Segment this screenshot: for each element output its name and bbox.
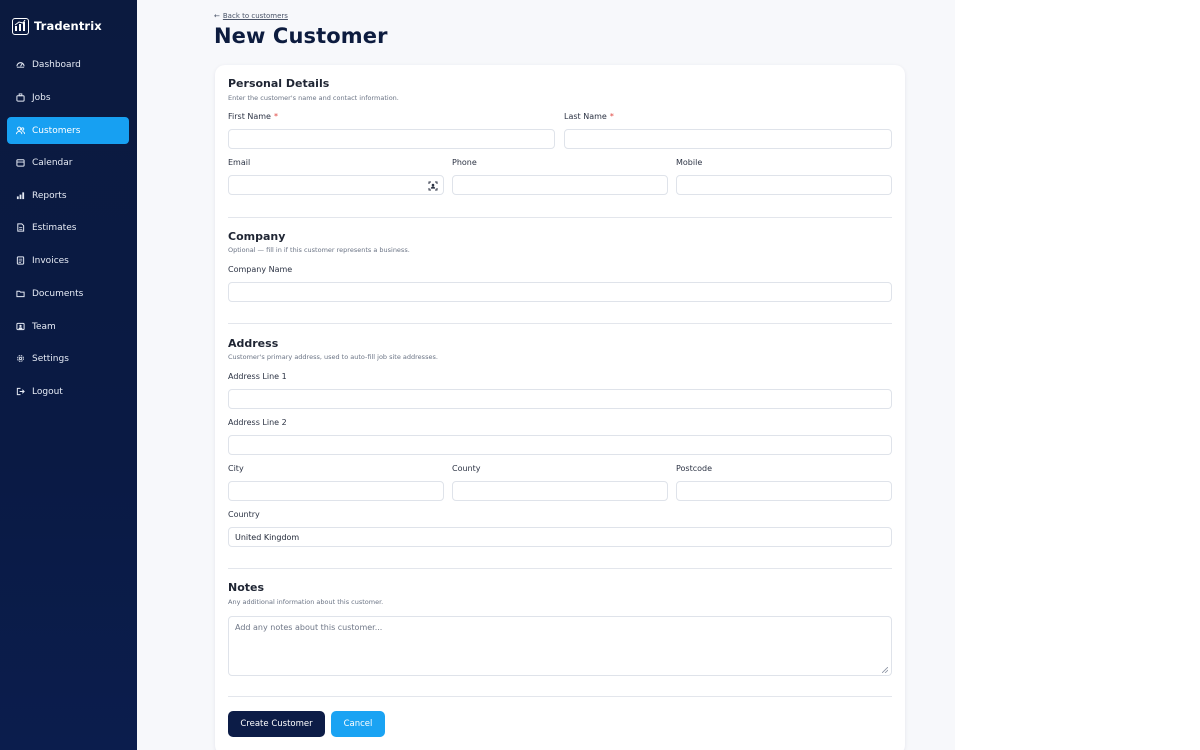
customer-form-card: Personal Details Enter the customer's na… (215, 65, 905, 750)
section-title-notes: Notes (228, 581, 265, 594)
city-input[interactable] (228, 481, 444, 501)
sidebar-item-label: Calendar (32, 157, 73, 168)
required-mark: * (273, 112, 278, 121)
phone-input[interactable] (452, 175, 668, 195)
phone-label: Phone (452, 158, 477, 167)
create-customer-button[interactable]: Create Customer (228, 711, 325, 737)
notes-textarea[interactable]: Add any notes about this customer... (228, 616, 892, 676)
sidebar-item-calendar[interactable]: Calendar (7, 149, 129, 176)
autofill-contact-icon[interactable] (428, 181, 438, 191)
country-label: Country (228, 510, 260, 519)
postcode-label: Postcode (676, 464, 713, 473)
sidebar-item-label: Documents (32, 288, 84, 299)
sidebar-item-logout[interactable]: Logout (7, 378, 129, 405)
logout-icon (16, 387, 25, 396)
gear-icon (16, 354, 25, 363)
county-input[interactable] (452, 481, 668, 501)
section-divider (228, 568, 892, 569)
invoice-icon (16, 256, 25, 265)
folder-icon (16, 289, 25, 298)
sidebar-item-label: Customers (32, 125, 81, 136)
sidebar-item-label: Estimates (32, 222, 77, 233)
users-icon (16, 126, 25, 135)
address-line2-input[interactable] (228, 435, 892, 455)
address-line1-input[interactable] (228, 389, 892, 409)
arrow-left-icon: ← (214, 12, 220, 20)
last-name-label: Last Name * (564, 112, 614, 121)
sidebar-item-invoices[interactable]: Invoices (7, 247, 129, 274)
section-divider (228, 696, 892, 697)
section-divider (228, 323, 892, 324)
section-subtitle-notes: Any additional information about this cu… (228, 598, 384, 606)
sidebar-item-dashboard[interactable]: Dashboard (7, 51, 129, 78)
sidebar-item-label: Reports (32, 190, 67, 201)
first-name-label: First Name * (228, 112, 278, 121)
bar-chart-icon (16, 191, 25, 200)
city-label: City (228, 464, 244, 473)
brand-name: Tradentrix (34, 19, 102, 33)
sidebar-item-reports[interactable]: Reports (7, 182, 129, 209)
brand[interactable]: Tradentrix (12, 16, 102, 36)
calendar-icon (16, 158, 25, 167)
mobile-label: Mobile (676, 158, 703, 167)
sidebar-item-label: Team (32, 321, 56, 332)
dashboard-icon (16, 60, 25, 69)
first-name-input[interactable] (228, 129, 555, 149)
brand-logo-icon (12, 17, 29, 35)
country-input[interactable]: United Kingdom (228, 527, 892, 547)
company-name-label: Company Name (228, 265, 293, 274)
postcode-input[interactable] (676, 481, 892, 501)
sidebar-item-team[interactable]: Team (7, 313, 129, 340)
sidebar: Tradentrix Dashboard Jobs Customers Cale… (0, 0, 137, 750)
cancel-button[interactable]: Cancel (331, 711, 385, 737)
required-mark: * (609, 112, 614, 121)
back-link-label: Back to customers (222, 12, 288, 20)
team-icon (16, 322, 25, 331)
last-name-input[interactable] (564, 129, 892, 149)
sidebar-item-label: Dashboard (32, 59, 81, 70)
section-subtitle-company: Optional — fill in if this customer repr… (228, 246, 410, 254)
resize-grip-icon[interactable] (881, 666, 889, 674)
sidebar-item-label: Logout (32, 386, 63, 397)
section-subtitle-personal: Enter the customer's name and contact in… (228, 94, 399, 102)
page-title: New Customer (214, 24, 388, 48)
briefcase-icon (16, 93, 25, 102)
email-input[interactable] (228, 175, 444, 195)
section-subtitle-address: Customer's primary address, used to auto… (228, 353, 438, 361)
document-icon (16, 223, 25, 232)
sidebar-item-estimates[interactable]: Estimates (7, 214, 129, 241)
section-divider (228, 217, 892, 218)
address-line1-label: Address Line 1 (228, 372, 287, 381)
sidebar-item-jobs[interactable]: Jobs (7, 84, 129, 111)
sidebar-item-label: Invoices (32, 255, 69, 266)
back-to-customers-link[interactable]: ← Back to customers (214, 12, 288, 20)
email-label: Email (228, 158, 251, 167)
sidebar-item-customers[interactable]: Customers (7, 117, 129, 144)
sidebar-item-label: Settings (32, 353, 69, 364)
section-title-company: Company (228, 230, 286, 243)
section-title-personal: Personal Details (228, 77, 330, 90)
county-label: County (452, 464, 481, 473)
sidebar-item-documents[interactable]: Documents (7, 280, 129, 307)
address-line2-label: Address Line 2 (228, 418, 287, 427)
sidebar-item-settings[interactable]: Settings (7, 345, 129, 372)
mobile-input[interactable] (676, 175, 892, 195)
notes-placeholder: Add any notes about this customer... (235, 623, 383, 632)
sidebar-item-label: Jobs (32, 92, 51, 103)
right-panel-background (955, 0, 1200, 750)
company-name-input[interactable] (228, 282, 892, 302)
section-title-address: Address (228, 337, 279, 350)
